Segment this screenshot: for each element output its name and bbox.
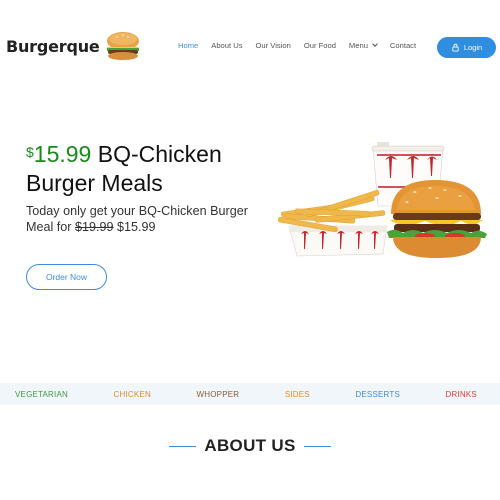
category-desserts[interactable]: DESSERTS (355, 390, 400, 399)
divider-left (169, 445, 197, 447)
logo-text: Burgerque (6, 36, 100, 56)
hero-price: $15.99 (26, 141, 91, 167)
nav-contact[interactable]: Contact (390, 41, 416, 50)
nav-about-us[interactable]: About Us (211, 41, 242, 50)
title-product: BQ-Chicken (97, 141, 222, 167)
category-drinks[interactable]: DRINKS (446, 390, 477, 399)
hero-title: $15.99 BQ-Chicken Burger Meals (26, 140, 276, 198)
nav-menu[interactable]: Menu (348, 41, 378, 50)
logo[interactable]: Burgerque (6, 28, 144, 64)
about-title: ABOUT US (204, 436, 296, 455)
nav-our-vision[interactable]: Our Vision (256, 41, 291, 50)
lock-icon (452, 43, 459, 52)
category-vegetarian[interactable]: VEGETARIAN (15, 390, 68, 399)
category-bar: VEGETARIAN CHICKEN WHOPPER SIDES DESSERT… (0, 383, 500, 405)
price-value: 15.99 (33, 141, 92, 167)
hero-subtitle: Today only get your BQ-Chicken Burger Me… (26, 203, 276, 235)
site-header: Burgerque Home About Us Our Vision Our F… (0, 0, 500, 95)
main-nav: Home About Us Our Vision Our Food Menu C… (178, 41, 429, 50)
burger-meal-image (278, 142, 487, 258)
old-price: $19.99 (75, 220, 114, 234)
title-line-2: Burger Meals (26, 170, 163, 196)
login-label: Login (463, 43, 483, 52)
login-button[interactable]: Login (437, 37, 496, 58)
divider-right (303, 445, 331, 447)
category-chicken[interactable]: CHICKEN (114, 390, 151, 399)
burger-icon (105, 32, 140, 60)
category-whopper[interactable]: WHOPPER (197, 390, 240, 399)
nav-menu-label: Menu (348, 41, 368, 50)
nav-home[interactable]: Home (178, 41, 198, 50)
nav-our-food[interactable]: Our Food (304, 41, 336, 50)
price-symbol: $ (26, 144, 34, 160)
chevron-down-icon (372, 41, 378, 47)
new-price: $15.99 (117, 220, 156, 234)
about-heading: ABOUT US (0, 436, 500, 456)
order-now-button[interactable]: Order Now (26, 264, 107, 290)
category-sides[interactable]: SIDES (285, 390, 310, 399)
hero-section: $15.99 BQ-Chicken Burger Meals Today onl… (26, 140, 276, 235)
